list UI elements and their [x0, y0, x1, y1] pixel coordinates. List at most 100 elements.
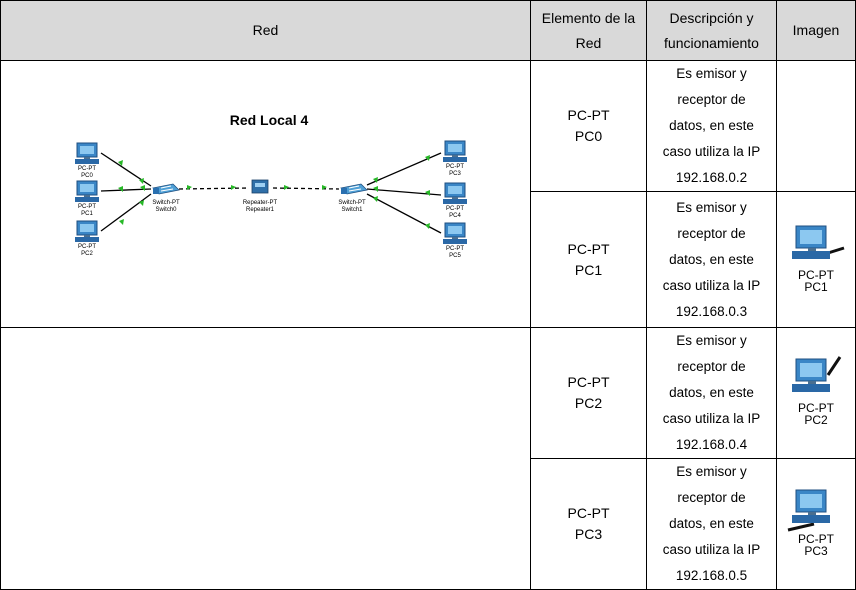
description-line: Es emisor y — [676, 464, 747, 479]
image-cell: PC-PT PC3 — [776, 458, 856, 590]
description-line: datos, en este — [669, 516, 754, 531]
description-line: Es emisor y — [676, 199, 747, 215]
element-cell: PC-PT PC0 — [530, 60, 647, 192]
description-line: datos, en este — [669, 251, 754, 267]
element-name: PC1 — [574, 261, 603, 278]
link-switch1-pc3 — [366, 152, 442, 186]
device-name-label: PC4 — [449, 213, 461, 219]
description-line: receptor de — [677, 490, 746, 505]
element-cell: PC-PT PC2 — [530, 327, 647, 459]
description-line: receptor de — [677, 92, 746, 107]
element-cell: PC-PT PC1 — [530, 191, 647, 328]
link-pc0-switch0 — [100, 152, 152, 187]
description-cell: Es emisor y receptor de datos, en este c… — [646, 458, 777, 590]
element-type: PC-PT — [567, 505, 610, 521]
element-type: PC-PT — [567, 374, 610, 390]
pc-icon — [442, 140, 468, 163]
description-cell: Es emisor y receptor de datos, en este c… — [646, 191, 777, 328]
switch-icon — [152, 183, 180, 195]
device-pc5: PC-PT PC5 — [442, 222, 468, 259]
header-red: Red — [0, 0, 531, 61]
link-light — [231, 185, 236, 190]
table-row: Red Local 4 PC-PT PC0 PC-PT PC1 PC-PT PC… — [0, 60, 856, 328]
image-label-type: PC-PT — [798, 267, 834, 282]
device-type-label: PC-PT — [446, 246, 464, 252]
repeater-panel — [255, 183, 265, 187]
pc-image: PC-PT PC2 — [784, 353, 848, 433]
link-repeater1-switch1 — [272, 187, 340, 190]
device-type-label: Switch-PT — [338, 200, 366, 206]
device-type-label: PC-PT — [78, 166, 96, 172]
pc-icon — [74, 180, 100, 203]
device-name-label: Switch0 — [155, 207, 177, 213]
pc-icon — [74, 220, 100, 243]
image-cell: PC-PT PC2 — [776, 327, 856, 459]
pc-image: PC-PT PC3 — [784, 484, 848, 564]
pc-icon — [74, 142, 100, 165]
pc-image: PC-PT PC1 — [784, 220, 848, 300]
link-light — [118, 186, 123, 192]
description-line: Es emisor y — [676, 66, 747, 81]
pc-icon — [442, 182, 468, 205]
device-switch1: Switch-PT Switch1 — [338, 183, 368, 213]
link-light — [425, 223, 430, 229]
element-cell: PC-PT PC3 — [530, 458, 647, 590]
table-row: PC-PT PC2 Es emisor y receptor de datos,… — [0, 327, 856, 590]
device-name-label: PC5 — [449, 253, 461, 259]
link-pc2-switch0 — [100, 193, 152, 232]
description-line: caso utiliza la IP — [662, 277, 761, 293]
device-name-label: Repeater1 — [246, 207, 275, 213]
network-table: Red Elemento de la Red Descripción y fun… — [0, 0, 856, 590]
description-line: caso utiliza la IP — [662, 144, 761, 159]
link-light — [140, 185, 145, 191]
element-type: PC-PT — [567, 240, 610, 257]
description-line: datos, en este — [669, 385, 754, 400]
header-imagen: Imagen — [776, 0, 856, 61]
description-cell: Es emisor y receptor de datos, en este c… — [646, 60, 777, 192]
link-light — [425, 190, 430, 196]
image-cell-empty — [776, 60, 856, 192]
device-repeater1: Repeater-PT Repeater1 — [243, 179, 278, 213]
device-pc1: PC-PT PC1 — [74, 180, 100, 217]
description-line: caso utiliza la IP — [662, 411, 761, 426]
device-name-label: Switch1 — [341, 207, 363, 213]
link-switch1-pc5 — [366, 193, 442, 234]
description-line: 192.168.0.2 — [675, 170, 748, 185]
device-type-label: PC-PT — [78, 244, 96, 250]
description-cell: Es emisor y receptor de datos, en este c… — [646, 327, 777, 459]
device-type-label: PC-PT — [446, 206, 464, 212]
header-descripcion: Descripción y funcionamiento — [646, 0, 777, 61]
description-line: 192.168.0.4 — [675, 437, 748, 452]
header-elemento: Elemento de la Red — [530, 0, 647, 61]
link-light — [284, 185, 289, 190]
description-line: receptor de — [677, 225, 746, 241]
diagram-title: Red Local 4 — [230, 112, 309, 128]
image-cell: PC-PT PC1 — [776, 191, 856, 328]
pc-icon — [442, 222, 468, 245]
pc-icon — [792, 356, 842, 392]
description-line: Es emisor y — [676, 333, 747, 348]
device-name-label: PC1 — [81, 211, 93, 217]
image-label-name: PC3 — [804, 544, 828, 558]
element-name: PC0 — [574, 128, 603, 144]
header-row: Red Elemento de la Red Descripción y fun… — [0, 0, 856, 61]
image-label-name: PC2 — [804, 413, 828, 427]
link-light — [119, 219, 124, 225]
device-pc4: PC-PT PC4 — [442, 182, 468, 219]
description-line: caso utiliza la IP — [662, 542, 761, 557]
device-type-label: PC-PT — [446, 164, 464, 170]
empty-red-cell — [0, 327, 531, 590]
description-line: 192.168.0.3 — [675, 303, 748, 319]
device-type-label: PC-PT — [78, 204, 96, 210]
element-name: PC3 — [574, 526, 603, 542]
description-line: datos, en este — [669, 118, 754, 133]
element-name: PC2 — [574, 395, 603, 411]
device-pc0: PC-PT PC0 — [74, 142, 100, 179]
pc-icon — [792, 225, 845, 259]
device-switch0: Switch-PT Switch0 — [152, 183, 180, 213]
image-label-name: PC1 — [804, 279, 828, 294]
device-name-label: PC0 — [81, 173, 93, 179]
device-type-label: Switch-PT — [152, 200, 180, 206]
device-type-label: Repeater-PT — [243, 200, 278, 206]
device-name-label: PC2 — [81, 251, 93, 257]
